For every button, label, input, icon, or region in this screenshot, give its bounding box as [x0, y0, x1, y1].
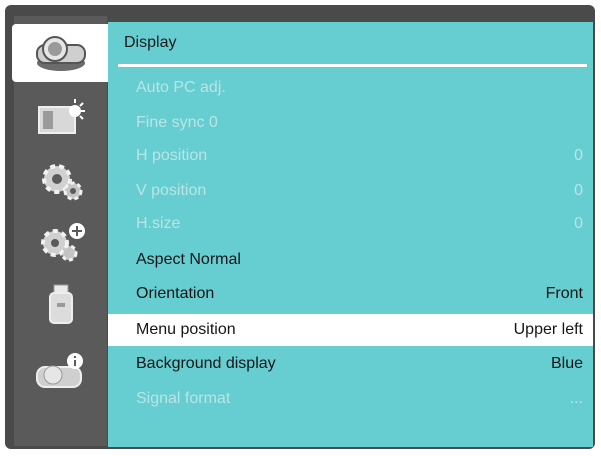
menu-item-label: H position: [136, 147, 208, 164]
sidebar: [12, 16, 109, 446]
menu-item-h-position[interactable]: H position 0: [108, 140, 593, 172]
menu-item-value: Front: [545, 285, 583, 302]
sidebar-item-setting[interactable]: [14, 152, 107, 210]
display-menu-panel: Display Auto PC adj. Fine sync 0 H posit…: [108, 22, 593, 447]
menu-item-fine-sync[interactable]: Fine sync 0: [108, 107, 593, 139]
settings-icon: [41, 164, 82, 201]
menu-item-orientation[interactable]: Orientation Front: [108, 278, 593, 310]
menu-item-label: Fine sync 0: [136, 114, 218, 131]
sidebar-item-usb[interactable]: [14, 276, 107, 334]
menu-item-label: V position: [136, 182, 207, 199]
menu-item-value: 0: [574, 147, 583, 164]
menu-item-label: Menu position: [136, 321, 236, 338]
menu-title: Display: [124, 34, 177, 51]
menu-item-aspect[interactable]: Aspect Normal: [108, 244, 593, 276]
menu-item-value: Upper left: [513, 321, 583, 338]
menu-item-value: 0: [574, 215, 583, 232]
info-icon: [35, 353, 83, 388]
usb-icon: [48, 284, 73, 324]
menu-item-signal-format[interactable]: Signal format ...: [108, 383, 593, 415]
projector-icon: [35, 36, 86, 71]
menu-item-label: Signal format: [136, 390, 231, 407]
menu-item-label: H.size: [136, 215, 181, 232]
menu-item-v-position[interactable]: V position 0: [108, 175, 593, 207]
expanded-settings-icon: [40, 223, 85, 262]
sidebar-item-picture[interactable]: [14, 90, 107, 148]
menu-item-background-display[interactable]: Background display Blue: [108, 348, 593, 380]
menu-item-h-size[interactable]: H.size 0: [108, 208, 593, 240]
menu-item-value: Blue: [550, 355, 583, 372]
menu-item-value: ...: [569, 390, 583, 407]
menu-item-label: Auto PC adj.: [136, 79, 226, 96]
menu-item-menu-position[interactable]: Menu position Upper left: [108, 314, 593, 346]
menu-window: Display Auto PC adj. Fine sync 0 H posit…: [5, 5, 595, 449]
title-divider: [118, 64, 587, 67]
menu-item-value: 0: [574, 182, 583, 199]
picture-icon: [37, 99, 85, 134]
menu-item-label: Orientation: [136, 285, 215, 302]
sidebar-item-information[interactable]: [14, 344, 107, 402]
menu-item-label: Background display: [136, 355, 276, 372]
menu-item-label: Aspect Normal: [136, 251, 241, 268]
sidebar-item-expanded[interactable]: [14, 214, 107, 272]
sidebar-item-display[interactable]: [12, 24, 109, 82]
menu-item-auto-pc-adj[interactable]: Auto PC adj.: [108, 72, 593, 104]
